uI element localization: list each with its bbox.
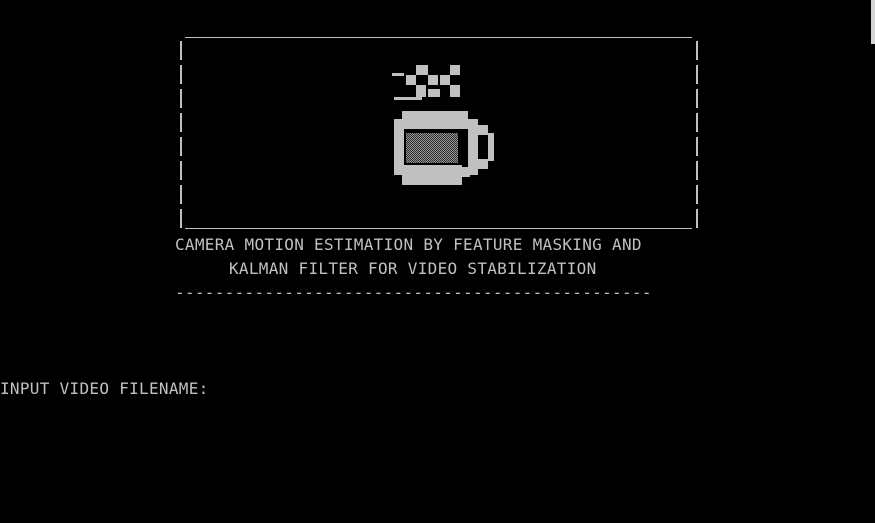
- banner-title-line-1: CAMERA MOTION ESTIMATION BY FEATURE MASK…: [175, 235, 642, 254]
- steam-icon: [392, 65, 460, 100]
- frame-right-border: [696, 41, 698, 232]
- filename-input[interactable]: [208, 379, 817, 399]
- filename-prompt: INPUT VIDEO FILENAME:: [0, 379, 817, 399]
- prompt-label: INPUT VIDEO FILENAME:: [0, 379, 209, 398]
- frame-left-border: [180, 41, 182, 232]
- frame-bottom-border: [185, 228, 692, 229]
- banner-separator: ----------------------------------------…: [175, 283, 652, 302]
- console-window: CAMERA MOTION ESTIMATION BY FEATURE MASK…: [0, 0, 875, 523]
- coffee-cup-icon: [392, 65, 494, 185]
- banner-title-line-2: KALMAN FILTER FOR VIDEO STABILIZATION: [229, 259, 597, 278]
- scrollbar[interactable]: [871, 0, 875, 44]
- frame-top-border: [185, 37, 692, 38]
